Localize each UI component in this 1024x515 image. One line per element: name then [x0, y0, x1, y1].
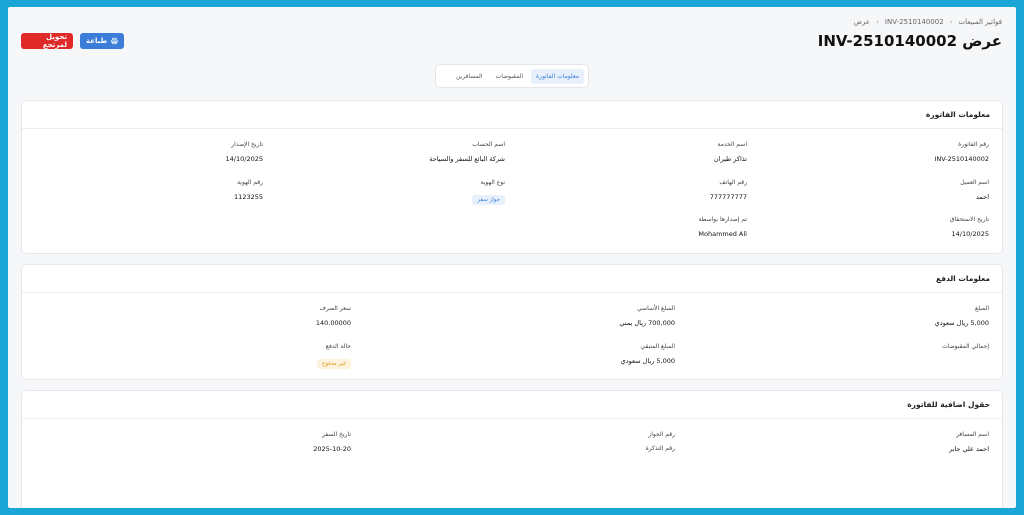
field-label: حالة الدفع	[325, 343, 351, 350]
field-issue-date: تاريخ الإصدار 14/10/2025	[226, 141, 263, 163]
print-label: طباعة	[86, 37, 108, 45]
convert-to-return-button[interactable]: تحويل لمرتجع	[21, 33, 73, 49]
field-value: INV-2510140002	[934, 155, 989, 163]
field-label: رقم الهوية	[237, 179, 263, 186]
field-value: 14/10/2025	[225, 155, 263, 163]
field-value: 5,000 ريال سعودي	[620, 357, 675, 365]
field-traveler: اسم المسافر احمد علي جابر	[949, 431, 989, 453]
id-type-badge: جواز سفر	[472, 195, 505, 205]
field-base-amount: المبلغ الأساسي 700,000 ريال يمني	[619, 305, 675, 327]
field-label: تاريخ الاستحقاق	[949, 216, 989, 223]
status-badge: غير مدفوع	[317, 359, 351, 369]
field-exchange-rate: سعر الصرف 140.00000	[316, 305, 351, 327]
field-value: شركة البائع للسفر والسياحة	[429, 155, 505, 163]
field-payment-status: حالة الدفع غير مدفوع	[317, 343, 351, 369]
payment-info-card: معلومات الدفع المبلغ 5,000 ريال سعودي ال…	[21, 264, 1003, 380]
card-heading: حقول اضافية للفاتورة	[22, 391, 1002, 419]
field-total-received: إجمالي المقبوضات	[942, 343, 989, 350]
field-issued-by: تم إصدارها بواسطة Mohammed Ali	[698, 216, 747, 238]
field-label: المبلغ	[975, 305, 989, 312]
field-invoice-no: رقم الفاتورة INV-2510140002	[934, 141, 989, 163]
field-label: رقم الجواز	[648, 431, 675, 438]
field-label: إجمالي المقبوضات	[942, 343, 989, 350]
tab-receipts[interactable]: المقبوضات	[491, 69, 528, 84]
field-label: المبلغ الأساسي	[637, 305, 675, 312]
field-phone: رقم الهاتف 777777777	[710, 179, 747, 201]
field-label: تاريخ السفر	[321, 431, 351, 438]
field-value: 700,000 ريال يمني	[619, 319, 675, 327]
field-label: المبلغ المتبقي	[640, 343, 675, 350]
app-window: فواتير المبيعات › INV-2510140002 › عرض ع…	[8, 7, 1016, 508]
field-value: 1123255	[234, 193, 263, 201]
field-due-date: تاريخ الاستحقاق 14/10/2025	[950, 216, 989, 238]
print-button[interactable]: طباعة	[80, 33, 124, 49]
field-label: نوع الهوية	[480, 179, 505, 186]
field-account: اسم الحساب شركة البائع للسفر والسياحة	[429, 141, 505, 163]
field-label: اسم المسافر	[956, 431, 989, 438]
field-value: 5,000 ريال سعودي	[934, 319, 989, 327]
page-title: عرض INV-2510140002	[817, 32, 1002, 50]
field-remaining: المبلغ المتبقي 5,000 ريال سعودي	[621, 343, 675, 365]
chevron-left-icon: ›	[876, 18, 879, 26]
field-service: اسم الخدمة تذاكر طيران	[714, 141, 747, 163]
field-label: اسم العميل	[960, 179, 989, 186]
field-value: احمد	[976, 193, 989, 201]
field-label: تاريخ الإصدار	[231, 141, 263, 148]
field-id-type: نوع الهوية جواز سفر	[472, 179, 505, 205]
field-value: 140.00000	[315, 319, 351, 327]
field-value: 777777777	[709, 193, 747, 201]
field-value: 14/10/2025	[951, 230, 989, 238]
field-id-no: رقم الهوية 1123255	[234, 179, 263, 201]
field-customer: اسم العميل احمد	[960, 179, 989, 201]
card-heading: معلومات الدفع	[22, 265, 1002, 293]
breadcrumb-item-invoice[interactable]: INV-2510140002	[885, 18, 944, 26]
field-value: احمد علي جابر	[949, 445, 989, 453]
field-value: 2025-10-20	[313, 445, 351, 453]
field-label-ticket: رقم التذكرة	[645, 445, 675, 452]
field-label: سعر الصرف	[319, 305, 351, 312]
field-value: Mohammed Ali	[698, 230, 747, 238]
tab-bar: معلومات الفاتورة المقبوضات المسافرين	[435, 64, 589, 88]
field-label: تم إصدارها بواسطة	[698, 216, 747, 223]
breadcrumb-item-sales-invoices[interactable]: فواتير المبيعات	[958, 18, 1002, 26]
convert-label: تحويل لمرتجع	[42, 33, 67, 49]
field-value: تذاكر طيران	[713, 155, 747, 163]
field-label: رقم الفاتورة	[958, 141, 989, 148]
printer-icon	[111, 37, 118, 45]
chevron-left-icon: ›	[949, 18, 953, 26]
card-heading: معلومات الفاتورة	[22, 101, 1002, 129]
field-amount: المبلغ 5,000 ريال سعودي	[935, 305, 989, 327]
field-passport: رقم الجواز رقم التذكرة	[646, 431, 675, 452]
invoice-info-card: معلومات الفاتورة رقم الفاتورة INV-251014…	[21, 100, 1003, 254]
field-label: اسم الحساب	[472, 141, 505, 148]
field-travel-date: تاريخ السفر 2025-10-20	[313, 431, 351, 453]
tab-travelers[interactable]: المسافرين	[451, 69, 488, 84]
field-label: اسم الخدمة	[717, 141, 747, 148]
tab-invoice-info[interactable]: معلومات الفاتورة	[531, 68, 584, 84]
breadcrumb-item-view: عرض	[853, 18, 871, 26]
breadcrumb: فواتير المبيعات › INV-2510140002 › عرض	[854, 18, 1002, 26]
field-label: رقم الهاتف	[719, 179, 747, 186]
extra-fields-card: حقول اضافية للفاتورة اسم المسافر احمد عل…	[21, 390, 1003, 508]
